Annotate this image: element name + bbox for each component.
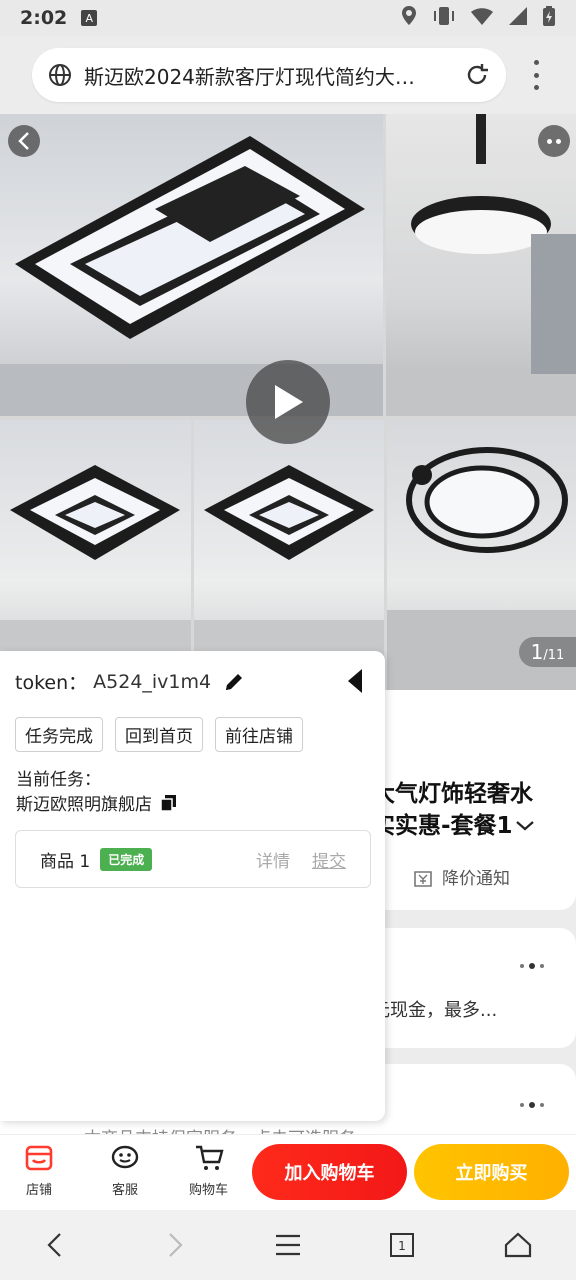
reload-icon[interactable] xyxy=(464,62,490,88)
product-gallery[interactable]: 1 /11 xyxy=(0,114,576,690)
copy-icon[interactable] xyxy=(160,794,178,812)
chevron-left-icon xyxy=(18,132,29,150)
product-image-main[interactable] xyxy=(0,114,383,416)
product-title[interactable]: 大气灯饰轻奢水 实实惠-套餐1 xyxy=(372,778,572,842)
browser-nav-bar: 1 xyxy=(0,1210,576,1280)
status-bar: 2:02 A xyxy=(0,0,576,36)
browser-menu-icon[interactable] xyxy=(526,60,546,90)
status-icons xyxy=(400,5,556,32)
cart-nav-button[interactable]: 购物车 xyxy=(189,1143,228,1198)
url-text[interactable]: 斯迈欧2024新款客厅灯现代简约大… xyxy=(84,61,454,90)
shop-label: 店铺 xyxy=(25,1183,52,1198)
task-item-name: 商品 1 xyxy=(40,851,91,872)
service-more-icon[interactable] xyxy=(520,1102,544,1108)
token-row: token： A524_iv1m4 xyxy=(15,668,245,695)
add-to-cart-button[interactable]: 加入购物车 xyxy=(252,1144,407,1200)
item-submit-link[interactable]: 提交 xyxy=(312,847,346,872)
chevron-down-icon[interactable] xyxy=(515,819,535,833)
buy-now-button[interactable]: 立即购买 xyxy=(414,1144,569,1200)
current-task-shop: 斯迈欧照明旗舰店 xyxy=(16,790,178,815)
globe-icon xyxy=(49,64,71,86)
svg-text:1: 1 xyxy=(398,1239,406,1253)
task-shop-name: 斯迈欧照明旗舰店 xyxy=(16,795,152,815)
image-counter: 1 /11 xyxy=(519,637,576,667)
location-icon xyxy=(400,5,418,32)
play-video-button[interactable] xyxy=(246,360,330,444)
counter-total: /11 xyxy=(543,648,565,663)
vibrate-icon xyxy=(432,5,456,32)
task-panel: token： A524_iv1m4 任务完成 回到首页 前往店铺 当前任务： 斯… xyxy=(0,651,385,1121)
edit-pencil-icon[interactable] xyxy=(223,671,245,693)
product-image-fan[interactable] xyxy=(386,114,576,416)
customer-service-button[interactable]: 客服 xyxy=(110,1143,140,1198)
task-complete-button[interactable]: 任务完成 xyxy=(15,717,103,752)
shop-icon xyxy=(25,1145,53,1171)
address-bar[interactable]: 斯迈欧2024新款客厅灯现代简约大… xyxy=(32,48,506,102)
nav-home-icon[interactable] xyxy=(503,1230,533,1260)
nav-forward-icon[interactable] xyxy=(159,1230,189,1260)
play-icon xyxy=(275,385,303,419)
status-badge: 已完成 xyxy=(100,847,153,871)
wifi-icon xyxy=(470,6,494,31)
bottom-action-bar: 店铺 客服 购物车 加入购物车 立即购买 xyxy=(0,1134,576,1210)
cash-promo-text: 元现金，最多... xyxy=(372,1000,498,1021)
nav-menu-icon[interactable] xyxy=(273,1230,303,1260)
task-item-row: 商品 1 已完成 详情 提交 xyxy=(15,830,371,888)
nav-tabs-icon[interactable]: 1 xyxy=(387,1230,417,1260)
chat-face-icon xyxy=(111,1145,139,1169)
product-image-square-2[interactable] xyxy=(194,420,384,690)
price-notify-label: 降价通知 xyxy=(442,869,510,889)
product-title-line1: 大气灯饰轻奢水 xyxy=(372,781,533,807)
collapse-panel-icon[interactable] xyxy=(346,667,364,695)
cart-label: 购物车 xyxy=(189,1183,229,1198)
price-tag-icon xyxy=(414,870,432,887)
more-options-button[interactable] xyxy=(538,125,570,157)
product-image-square-1[interactable] xyxy=(0,420,191,690)
price-notify-button[interactable]: 降价通知 xyxy=(412,864,510,889)
cart-icon xyxy=(195,1145,224,1170)
token-value: A524_iv1m4 xyxy=(93,670,212,693)
nav-back-icon[interactable] xyxy=(41,1230,71,1260)
panel-button-row: 任务完成 回到首页 前往店铺 xyxy=(15,717,303,752)
current-task-label: 当前任务： xyxy=(16,770,101,790)
back-home-button[interactable]: 回到首页 xyxy=(115,717,203,752)
token-label: token： xyxy=(15,672,88,694)
counter-current: 1 xyxy=(530,640,544,664)
shop-button[interactable]: 店铺 xyxy=(24,1143,54,1198)
battery-icon xyxy=(542,5,556,32)
product-title-line2: 实实惠-套餐1 xyxy=(372,813,513,839)
service-label: 客服 xyxy=(111,1183,138,1198)
signal-icon xyxy=(508,6,528,31)
go-to-shop-button[interactable]: 前往店铺 xyxy=(215,717,303,752)
status-time: 2:02 xyxy=(20,7,68,29)
coupon-more-icon[interactable] xyxy=(520,963,544,969)
item-detail-link[interactable]: 详情 xyxy=(256,847,290,872)
notification-icon: A xyxy=(81,10,98,26)
back-button[interactable] xyxy=(8,125,40,157)
